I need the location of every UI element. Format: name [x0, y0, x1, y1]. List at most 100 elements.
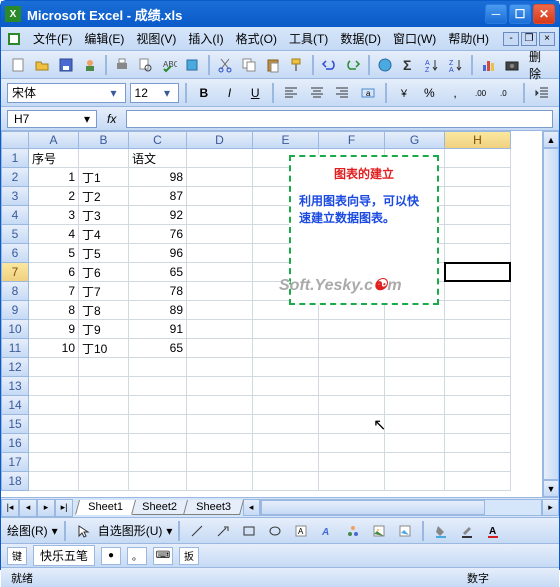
cell[interactable] — [319, 434, 385, 453]
ime-fullwidth-icon[interactable]: ● — [101, 547, 121, 565]
cell[interactable] — [29, 434, 79, 453]
doc-restore-button[interactable]: ❐ — [521, 32, 537, 46]
tab-next-icon[interactable]: ▸ — [37, 499, 55, 517]
cell[interactable] — [319, 377, 385, 396]
cell[interactable] — [79, 396, 129, 415]
align-center-icon[interactable] — [306, 82, 328, 104]
cell[interactable]: 78 — [129, 282, 187, 301]
cell[interactable] — [187, 396, 253, 415]
row-header[interactable]: 17 — [1, 453, 29, 472]
cell[interactable] — [29, 472, 79, 491]
cell[interactable] — [29, 453, 79, 472]
chevron-down-icon[interactable]: ▾ — [52, 524, 58, 538]
cell[interactable] — [385, 320, 445, 339]
cell[interactable]: 65 — [129, 263, 187, 282]
chevron-down-icon[interactable]: ▾ — [160, 86, 174, 100]
cell[interactable]: 98 — [129, 168, 187, 187]
arrow-icon[interactable] — [212, 520, 234, 542]
cell[interactable] — [253, 434, 319, 453]
row-header[interactable]: 4 — [1, 206, 29, 225]
spelling-icon[interactable]: ABC — [158, 54, 180, 76]
horizontal-scrollbar[interactable]: ◂ ▸ — [243, 499, 559, 516]
cell[interactable]: 5 — [29, 244, 79, 263]
paste-icon[interactable] — [262, 54, 284, 76]
cell[interactable] — [187, 187, 253, 206]
cell[interactable] — [445, 168, 511, 187]
hyperlink-icon[interactable] — [374, 54, 396, 76]
menu-insert[interactable]: 插入(I) — [182, 28, 229, 49]
cell[interactable] — [187, 434, 253, 453]
column-header[interactable]: C — [129, 131, 187, 149]
wordart-icon[interactable]: A — [316, 520, 338, 542]
cell[interactable] — [385, 453, 445, 472]
italic-button[interactable]: I — [219, 82, 241, 104]
cell[interactable] — [187, 358, 253, 377]
decrease-decimal-icon[interactable]: .0 — [496, 82, 518, 104]
name-box[interactable]: H7 ▾ — [7, 110, 97, 128]
fx-label[interactable]: fx — [107, 112, 116, 126]
cell[interactable] — [445, 282, 511, 301]
row-header[interactable]: 10 — [1, 320, 29, 339]
cell[interactable] — [319, 472, 385, 491]
cell[interactable] — [445, 396, 511, 415]
sort-asc-icon[interactable]: AZ — [421, 54, 443, 76]
cell[interactable] — [253, 396, 319, 415]
cell[interactable] — [187, 244, 253, 263]
clipart-icon[interactable] — [368, 520, 390, 542]
percent-icon[interactable]: % — [419, 82, 441, 104]
row-header[interactable]: 9 — [1, 301, 29, 320]
format-painter-icon[interactable] — [286, 54, 308, 76]
menu-window[interactable]: 窗口(W) — [387, 28, 442, 49]
cell[interactable]: 76 — [129, 225, 187, 244]
minimize-button[interactable]: ─ — [485, 4, 507, 24]
cell[interactable]: 丁4 — [79, 225, 129, 244]
cell[interactable] — [187, 225, 253, 244]
cell[interactable] — [253, 415, 319, 434]
cell[interactable]: 2 — [29, 187, 79, 206]
cell[interactable] — [187, 472, 253, 491]
cell[interactable]: 92 — [129, 206, 187, 225]
textbox-icon[interactable]: A — [290, 520, 312, 542]
font-combo[interactable]: 宋体 ▾ — [7, 83, 126, 103]
select-objects-icon[interactable] — [72, 520, 94, 542]
autosum-icon[interactable]: Σ — [398, 54, 420, 76]
sort-desc-icon[interactable]: ZA — [445, 54, 467, 76]
cell[interactable] — [79, 377, 129, 396]
cell[interactable] — [385, 358, 445, 377]
cell[interactable] — [187, 453, 253, 472]
cell[interactable]: 9 — [29, 320, 79, 339]
cell[interactable] — [445, 453, 511, 472]
menu-data[interactable]: 数据(D) — [334, 28, 387, 49]
cell[interactable]: 丁6 — [79, 263, 129, 282]
column-header[interactable]: H — [445, 131, 511, 149]
font-color-icon[interactable]: A — [482, 520, 504, 542]
cell[interactable] — [445, 434, 511, 453]
cell[interactable]: 丁10 — [79, 339, 129, 358]
row-header[interactable]: 12 — [1, 358, 29, 377]
align-right-icon[interactable] — [331, 82, 353, 104]
cell[interactable] — [385, 472, 445, 491]
cell[interactable] — [79, 453, 129, 472]
cell[interactable] — [129, 472, 187, 491]
cell[interactable] — [29, 396, 79, 415]
cell[interactable]: 丁7 — [79, 282, 129, 301]
tab-prev-icon[interactable]: ◂ — [19, 499, 37, 517]
print-icon[interactable] — [111, 54, 133, 76]
cell[interactable]: 7 — [29, 282, 79, 301]
delete-label[interactable]: 删除 — [529, 48, 553, 82]
tab-first-icon[interactable]: |◂ — [1, 499, 19, 517]
row-header[interactable]: 7 — [1, 263, 29, 282]
cell[interactable] — [319, 396, 385, 415]
cell[interactable] — [79, 415, 129, 434]
cell[interactable] — [445, 339, 511, 358]
cell[interactable] — [319, 453, 385, 472]
decrease-indent-icon[interactable] — [531, 82, 553, 104]
menu-tools[interactable]: 工具(T) — [283, 28, 334, 49]
cell[interactable] — [187, 168, 253, 187]
cell[interactable] — [445, 301, 511, 320]
cell[interactable] — [187, 320, 253, 339]
column-header[interactable]: F — [319, 131, 385, 149]
cell[interactable]: 87 — [129, 187, 187, 206]
cell[interactable]: 丁8 — [79, 301, 129, 320]
row-header[interactable]: 16 — [1, 434, 29, 453]
